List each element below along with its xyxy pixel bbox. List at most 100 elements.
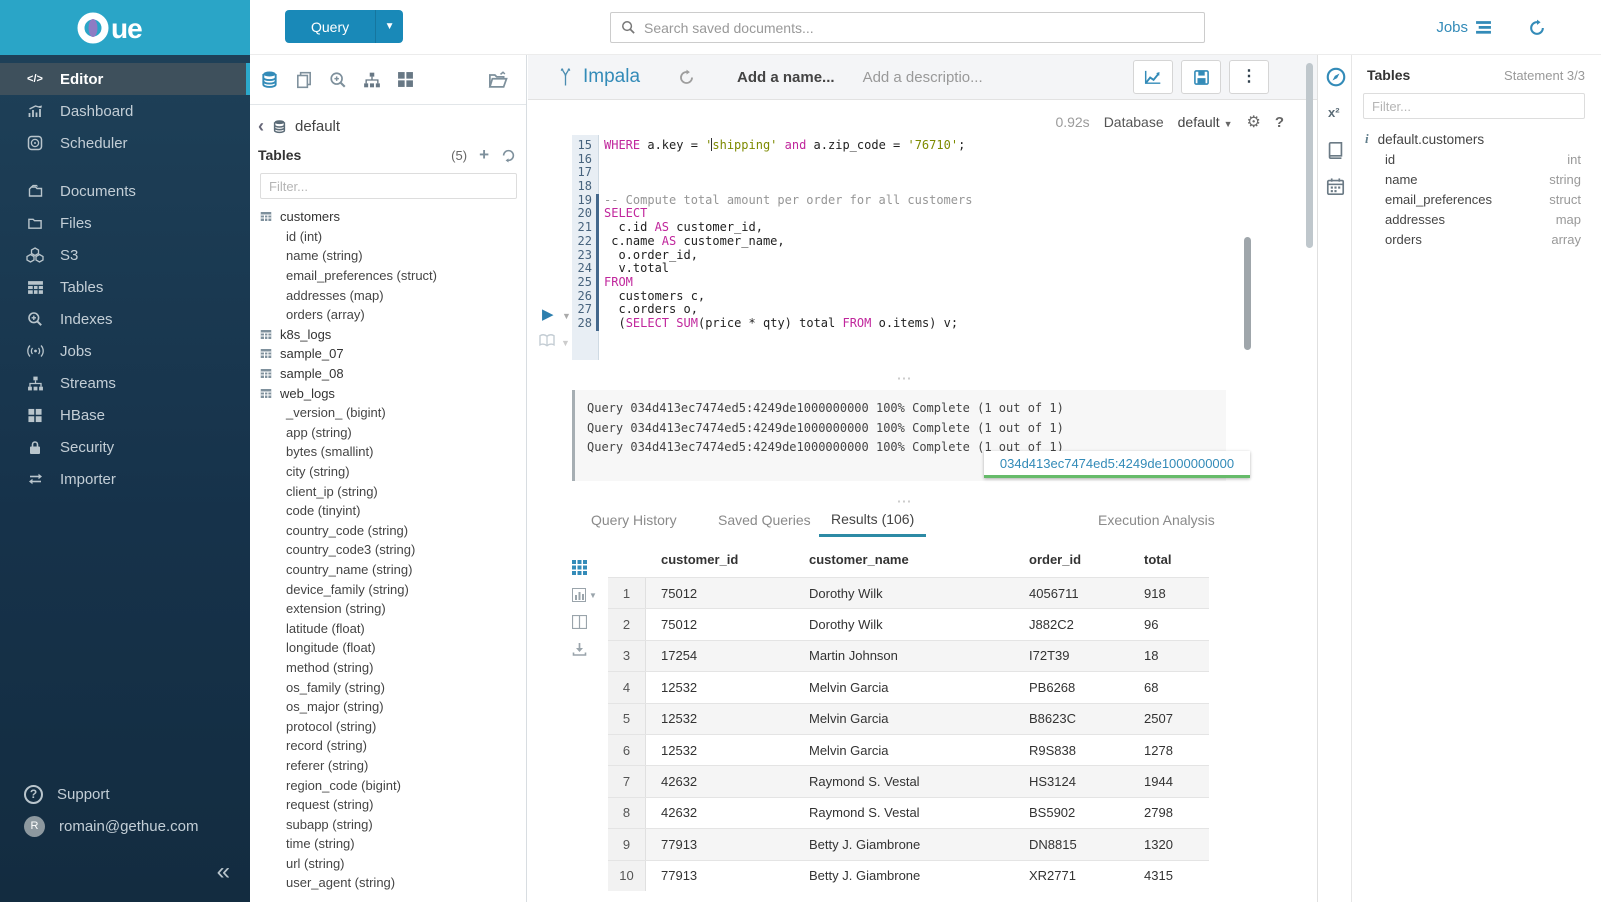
table-row[interactable]: 7 42632 Raymond S. Vestal HS3124 1944	[608, 765, 1209, 796]
open-folder-icon[interactable]	[488, 71, 508, 89]
bar-chart-icon[interactable]: ▼	[572, 588, 597, 602]
column-row[interactable]: id int	[1353, 149, 1601, 169]
assist-column-item[interactable]: country_code3 (string)	[250, 540, 526, 560]
play-options-caret[interactable]: ▼	[562, 311, 571, 321]
book-icon[interactable]	[538, 333, 556, 347]
result-tab[interactable]: Query History	[579, 503, 689, 537]
assist-table-item[interactable]: web_logs	[250, 383, 526, 403]
code-line[interactable]: 16	[528, 153, 1268, 167]
add-table-icon[interactable]: +	[479, 145, 489, 165]
editor-scrollbar[interactable]	[1244, 237, 1251, 350]
assist-column-item[interactable]: os_major (string)	[250, 697, 526, 717]
active-table-name[interactable]: default.customers	[1378, 132, 1485, 147]
assist-column-item[interactable]: id (int)	[250, 227, 526, 247]
assist-column-item[interactable]: user_agent (string)	[250, 873, 526, 893]
assist-column-item[interactable]: subapp (string)	[250, 814, 526, 834]
tables-filter-input[interactable]	[260, 173, 517, 199]
engine-badge[interactable]: Impala	[558, 66, 640, 88]
search-plus-icon[interactable]	[329, 71, 347, 89]
code-line[interactable]: 19 -- Compute total amount per order for…	[528, 194, 1268, 208]
assist-column-item[interactable]: client_ip (string)	[250, 481, 526, 501]
assist-column-item[interactable]: country_name (string)	[250, 560, 526, 580]
code-line-content[interactable]: customers c,	[599, 290, 705, 304]
code-line-content[interactable]: v.total	[599, 262, 669, 276]
database-name[interactable]: default	[295, 118, 340, 135]
columns-icon[interactable]	[572, 615, 587, 629]
database-breadcrumb[interactable]: ‹ default	[250, 105, 526, 139]
assist-column-item[interactable]: country_code (string)	[250, 521, 526, 541]
back-chevron-icon[interactable]: ‹	[258, 117, 264, 135]
table-row[interactable]: 1 75012 Dorothy Wilk 4056711 918	[608, 577, 1209, 608]
code-line[interactable]: 18	[528, 180, 1268, 194]
assist-column-item[interactable]: os_family (string)	[250, 677, 526, 697]
column-header[interactable]: customer_name	[794, 552, 1014, 567]
assist-column-item[interactable]: longitude (float)	[250, 638, 526, 658]
column-row[interactable]: addresses map	[1353, 209, 1601, 229]
assist-column-item[interactable]: latitude (float)	[250, 618, 526, 638]
calendar-icon[interactable]	[1326, 177, 1345, 196]
superscript-icon[interactable]: x²	[1328, 105, 1340, 120]
assist-column-item[interactable]: orders (array)	[250, 305, 526, 325]
column-row[interactable]: name string	[1353, 169, 1601, 189]
code-line[interactable]: 26 customers c,	[528, 290, 1268, 304]
code-line-content[interactable]: c.id AS customer_id,	[599, 221, 763, 235]
history-icon[interactable]	[1528, 19, 1546, 37]
assist-table-item[interactable]: customers	[250, 207, 526, 227]
code-line[interactable]: 22 c.name AS customer_name,	[528, 235, 1268, 249]
help-icon[interactable]: ?	[1275, 114, 1284, 131]
sidebar-item-tables[interactable]: Tables	[0, 271, 250, 303]
more-actions-button[interactable]: ⋮	[1229, 60, 1269, 94]
query-name-field[interactable]: Add a name...	[737, 69, 835, 86]
assist-column-item[interactable]: email_preferences (struct)	[250, 266, 526, 286]
assist-column-item[interactable]: url (string)	[250, 854, 526, 874]
table-row[interactable]: 9 77913 Betty J. Giambrone DN8815 1320	[608, 828, 1209, 859]
code-line-content[interactable]: WHERE a.key = 'shipping' and a.zip_code …	[599, 139, 965, 153]
code-line[interactable]: 17	[528, 166, 1268, 180]
result-tab[interactable]: Execution Analysis	[1086, 503, 1227, 537]
table-row[interactable]: 6 12532 Melvin Garcia R9S838 1278	[608, 734, 1209, 765]
code-line[interactable]: 21 c.id AS customer_id,	[528, 221, 1268, 235]
download-icon[interactable]	[572, 642, 587, 657]
assist-column-item[interactable]: app (string)	[250, 423, 526, 443]
code-line[interactable]: 27 c.orders o,	[528, 303, 1268, 317]
assist-column-item[interactable]: time (string)	[250, 834, 526, 854]
code-line-content[interactable]: FROM	[599, 276, 633, 290]
engine-name[interactable]: Impala	[583, 66, 640, 88]
sidebar-item-files[interactable]: Files	[0, 207, 250, 239]
column-row[interactable]: orders array	[1353, 229, 1601, 249]
code-line-content[interactable]: c.orders o,	[599, 303, 698, 317]
sidebar-item-documents[interactable]: Documents	[0, 175, 250, 207]
sidebar-item-jobs[interactable]: Jobs	[0, 335, 250, 367]
sql-editor[interactable]: 15 WHERE a.key = 'shipping' and a.zip_co…	[528, 135, 1268, 363]
database-icon[interactable]	[260, 70, 279, 89]
assist-column-item[interactable]: region_code (bigint)	[250, 775, 526, 795]
result-tab[interactable]: Results (106)	[819, 503, 926, 537]
hue-logo[interactable]: ue	[75, 10, 175, 46]
play-icon[interactable]: ▶	[542, 307, 554, 322]
blocks-icon[interactable]	[397, 71, 414, 88]
assist-column-item[interactable]: device_family (string)	[250, 579, 526, 599]
code-lines[interactable]: 15 WHERE a.key = 'shipping' and a.zip_co…	[528, 139, 1268, 331]
assist-column-item[interactable]: method (string)	[250, 658, 526, 678]
assist-column-item[interactable]: bytes (smallint)	[250, 442, 526, 462]
sidebar-item-s3[interactable]: S3	[0, 239, 250, 271]
database-selector[interactable]: default ▼	[1178, 114, 1233, 130]
column-header[interactable]: order_id	[1014, 552, 1129, 567]
chevron-down-icon[interactable]: ▼	[375, 10, 403, 43]
compass-icon[interactable]	[1326, 67, 1346, 87]
assist-column-item[interactable]: _version_ (bigint)	[250, 403, 526, 423]
code-line-content[interactable]: (SELECT SUM(price * qty) total FROM o.it…	[599, 317, 958, 331]
info-icon[interactable]: i	[1365, 131, 1369, 147]
code-line-content[interactable]	[599, 180, 604, 194]
sidebar-item-security[interactable]: Security	[0, 431, 250, 463]
jobs-link[interactable]: Jobs	[1436, 19, 1492, 36]
code-line-content[interactable]	[599, 153, 604, 167]
code-line-content[interactable]: o.order_id,	[599, 249, 698, 263]
assist-column-item[interactable]: request (string)	[250, 795, 526, 815]
table-row[interactable]: 2 75012 Dorothy Wilk J882C2 96	[608, 608, 1209, 639]
table-row[interactable]: 8 42632 Raymond S. Vestal BS5902 2798	[608, 797, 1209, 828]
notebook-icon[interactable]	[1326, 141, 1345, 160]
column-header[interactable]: customer_id	[646, 552, 794, 567]
jobs-label[interactable]: Jobs	[1436, 19, 1468, 36]
sitemap-icon[interactable]	[363, 72, 381, 88]
